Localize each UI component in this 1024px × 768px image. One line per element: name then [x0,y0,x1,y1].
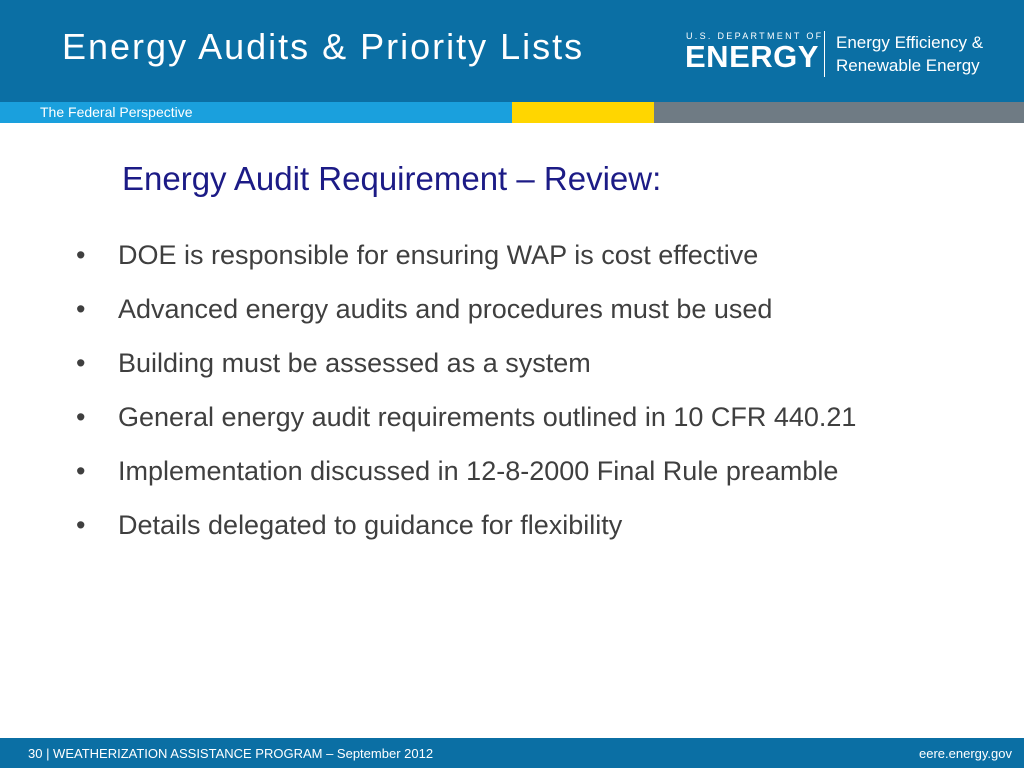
stripe-gray [654,102,1024,123]
bullet-item: • Advanced energy audits and procedures … [76,290,956,328]
bullet-item: • Details delegated to guidance for flex… [76,506,956,544]
bullet-dot-icon: • [76,294,86,324]
bullet-dot-icon: • [76,348,86,378]
footer-bar: 30 | WEATHERIZATION ASSISTANCE PROGRAM –… [0,738,1024,768]
section-heading: Energy Audit Requirement – Review: [122,160,662,197]
bullet-item: • DOE is responsible for ensuring WAP is… [76,236,956,274]
logo-divider [824,31,825,77]
bullet-text: General energy audit requirements outlin… [118,402,857,432]
bullet-item: • Building must be assessed as a system [76,344,956,382]
header-bar: Energy Audits & Priority Lists U.S. DEPA… [0,0,1024,102]
bullet-item: • General energy audit requirements outl… [76,398,956,436]
bullet-dot-icon: • [76,510,86,540]
bullet-text: Implementation discussed in 12-8-2000 Fi… [118,456,839,486]
doe-logo-energy-text: ENERGY [685,39,819,74]
footer-website: eere.energy.gov [919,746,1012,761]
bullet-dot-icon: • [76,240,86,270]
bullet-text: Details delegated to guidance for flexib… [118,510,623,540]
slide: Energy Audits & Priority Lists U.S. DEPA… [0,0,1024,768]
bullet-dot-icon: • [76,402,86,432]
bullet-dot-icon: • [76,456,86,486]
stripe-yellow [512,102,654,123]
bullet-text: Building must be assessed as a system [118,348,591,378]
doe-logo: U.S. DEPARTMENT OF ENERGY [685,31,821,77]
eere-office-line-1: Energy Efficiency & [836,33,984,52]
bullet-text: Advanced energy audits and procedures mu… [118,294,773,324]
bullet-list: • DOE is responsible for ensuring WAP is… [76,236,956,560]
bullet-text: DOE is responsible for ensuring WAP is c… [118,240,759,270]
slide-title: Energy Audits & Priority Lists [62,26,585,67]
bullet-item: • Implementation discussed in 12-8-2000 … [76,452,956,490]
footer-program-info: 30 | WEATHERIZATION ASSISTANCE PROGRAM –… [28,746,434,761]
eere-office-line-2: Renewable Energy [836,56,980,75]
slide-subtitle: The Federal Perspective [40,104,193,120]
